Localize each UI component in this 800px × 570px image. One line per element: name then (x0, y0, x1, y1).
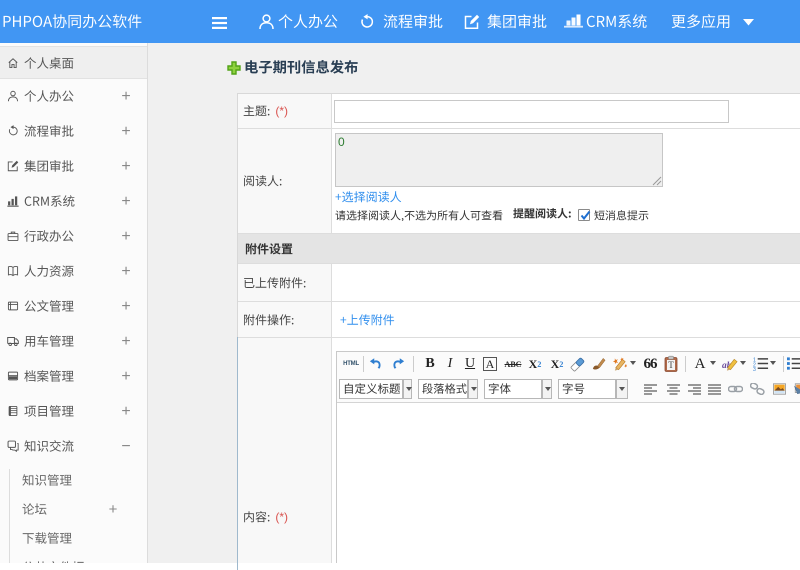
svg-text:3: 3 (753, 367, 756, 373)
svg-text:T: T (668, 360, 674, 370)
